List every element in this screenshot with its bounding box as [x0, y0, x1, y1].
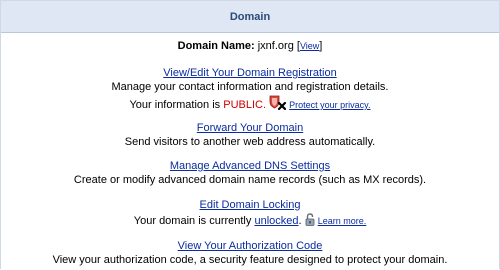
privacy-row: Your information is PUBLIC. Protect your…: [0, 95, 500, 114]
locking-status-prefix: Your domain is currently: [133, 215, 252, 227]
edit-registration-link[interactable]: View/Edit Your Domain Registration: [163, 67, 336, 79]
auth-code-link-row: View Your Authorization Code: [0, 240, 500, 253]
dns-link-row: Manage Advanced DNS Settings: [0, 160, 500, 173]
dns-description-text: Create or modify advanced domain name re…: [73, 174, 427, 186]
view-auth-code-link[interactable]: View Your Authorization Code: [178, 240, 323, 252]
view-domain-link[interactable]: View: [300, 41, 319, 51]
view-link-wrapper: [View]: [296, 40, 323, 52]
privacy-status: PUBLIC.: [223, 99, 267, 111]
edit-domain-locking-link[interactable]: Edit Domain Locking: [200, 199, 301, 211]
domain-name-label: Domain Name:: [177, 40, 255, 52]
registration-description: Manage your contact information and regi…: [0, 81, 500, 94]
registration-description-text: Manage your contact information and regi…: [111, 81, 389, 93]
locking-status-suffix: .: [298, 215, 302, 227]
domain-name-value: jxnf.org: [257, 40, 294, 52]
locking-status-value-link[interactable]: unlocked: [254, 215, 298, 227]
locking-status-row: Your domain is currently unlocked. Learn…: [0, 213, 500, 230]
domain-name-row: Domain Name: jxnf.org [View]: [0, 40, 500, 53]
padlock-icon: [305, 213, 315, 230]
forward-description: Send visitors to another web address aut…: [0, 136, 500, 149]
locking-link-row: Edit Domain Locking: [0, 199, 500, 212]
shield-x-icon[interactable]: [269, 95, 287, 114]
auth-code-description: View your authorization code, a security…: [0, 254, 500, 267]
panel-header: Domain: [1, 1, 499, 33]
forward-description-text: Send visitors to another web address aut…: [124, 136, 376, 148]
registration-link-row: View/Edit Your Domain Registration: [0, 67, 500, 80]
dns-description: Create or modify advanced domain name re…: [0, 174, 500, 187]
forward-link-row: Forward Your Domain: [0, 122, 500, 135]
learn-more-link[interactable]: Learn more.: [318, 216, 367, 226]
panel-title: Domain: [229, 11, 271, 23]
manage-dns-link[interactable]: Manage Advanced DNS Settings: [170, 160, 330, 172]
auth-code-description-text: View your authorization code, a security…: [52, 254, 448, 266]
forward-domain-link[interactable]: Forward Your Domain: [197, 122, 303, 134]
privacy-prefix: Your information is: [129, 99, 221, 111]
protect-privacy-link[interactable]: Protect your privacy.: [289, 100, 370, 110]
